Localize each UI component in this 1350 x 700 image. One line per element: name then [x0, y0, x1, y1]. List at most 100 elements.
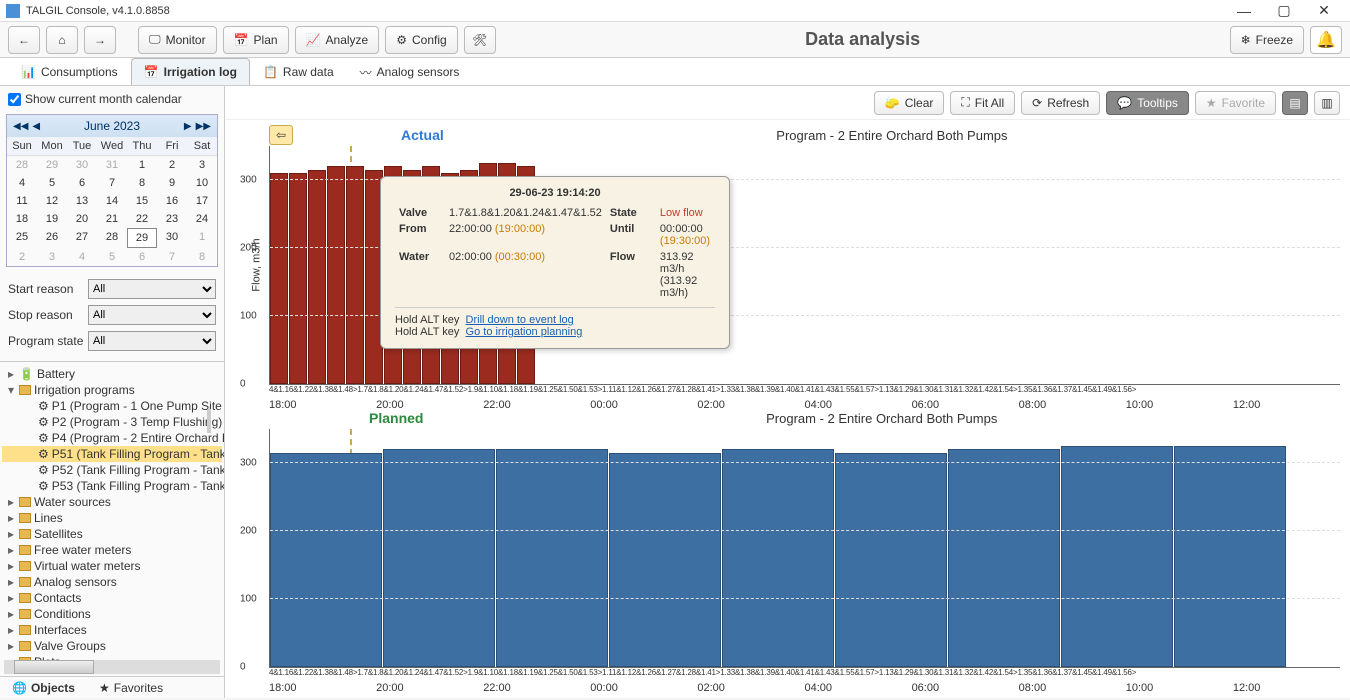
favorites-tab[interactable]: ★Favorites — [87, 677, 175, 698]
stop-reason-select[interactable]: All — [88, 305, 216, 325]
calendar-day[interactable]: 6 — [127, 248, 157, 266]
calendar-day[interactable]: 8 — [127, 174, 157, 192]
home-button[interactable]: ⌂ — [46, 26, 78, 54]
monitor-button[interactable]: 🖵Monitor — [138, 26, 217, 54]
calendar-day[interactable]: 8 — [187, 248, 217, 266]
view-stacked-button[interactable]: ▤ — [1282, 91, 1308, 115]
forward-button[interactable]: → — [84, 26, 116, 54]
calendar-day[interactable]: 2 — [7, 248, 37, 266]
tools-button[interactable]: 🛠 — [464, 26, 496, 54]
tree-p2[interactable]: ⚙P2 (Program - 3 Temp Flushing) — [2, 414, 222, 430]
bar[interactable] — [948, 449, 1060, 667]
tree-conditions[interactable]: ▸Conditions — [2, 606, 222, 622]
tree-analog-sensors[interactable]: ▸Analog sensors — [2, 574, 222, 590]
calendar-day[interactable]: 29 — [37, 156, 67, 174]
tab-irrigation-log[interactable]: 📅Irrigation log — [131, 58, 250, 85]
planned-plot-area[interactable]: Nominal flow, m3/h 0100200300 — [269, 429, 1340, 668]
tree-irrigation-programs[interactable]: ▾Irrigation programs — [2, 382, 222, 398]
calendar-day[interactable]: 21 — [97, 210, 127, 228]
tab-consumptions[interactable]: 📊Consumptions — [8, 58, 131, 85]
tree-p1[interactable]: ⚙P1 (Program - 1 One Pump Site ! — [2, 398, 222, 414]
refresh-button[interactable]: ⟳Refresh — [1021, 91, 1100, 115]
calendar-day[interactable]: 13 — [67, 192, 97, 210]
calendar-day[interactable]: 15 — [127, 192, 157, 210]
bar[interactable] — [270, 173, 288, 384]
fit-all-button[interactable]: ⛶Fit All — [950, 91, 1015, 115]
tree-valve-groups[interactable]: ▸Valve Groups — [2, 638, 222, 654]
calendar-day[interactable]: 11 — [7, 192, 37, 210]
tree-satellites[interactable]: ▸Satellites — [2, 526, 222, 542]
irrigation-planning-link[interactable]: Go to irrigation planning — [466, 326, 583, 338]
maximize-button[interactable]: ▢ — [1264, 2, 1304, 19]
calendar-day[interactable]: 5 — [97, 248, 127, 266]
calendar-day[interactable]: 30 — [67, 156, 97, 174]
bar[interactable] — [308, 170, 326, 384]
calendar-day[interactable]: 3 — [37, 248, 67, 266]
bar[interactable] — [270, 453, 382, 667]
object-tree[interactable]: ▸🔋Battery ▾Irrigation programs ⚙P1 (Prog… — [0, 361, 224, 660]
calendar-day[interactable]: 1 — [187, 228, 217, 248]
calendar-day[interactable]: 7 — [97, 174, 127, 192]
bar[interactable] — [383, 449, 495, 667]
tree-free-water-meters[interactable]: ▸Free water meters — [2, 542, 222, 558]
calendar-day[interactable]: 26 — [37, 228, 67, 248]
calendar-day[interactable]: 10 — [187, 174, 217, 192]
notifications-button[interactable]: 🔔 — [1310, 26, 1342, 54]
splitter-handle[interactable] — [207, 409, 211, 433]
calendar-day[interactable]: 4 — [7, 174, 37, 192]
show-calendar-checkbox[interactable]: Show current month calendar — [8, 92, 216, 106]
tree-p51[interactable]: ⚙P51 (Tank Filling Program - Tank — [2, 446, 222, 462]
tree-p52[interactable]: ⚙P52 (Tank Filling Program - Tank — [2, 462, 222, 478]
drill-down-link[interactable]: Drill down to event log — [466, 314, 574, 326]
show-calendar-input[interactable] — [8, 93, 21, 106]
bar[interactable] — [496, 449, 608, 667]
calendar-day[interactable]: 4 — [67, 248, 97, 266]
calendar-next[interactable]: ▶▶▶ — [184, 121, 211, 132]
bar[interactable] — [289, 173, 307, 384]
calendar-prev[interactable]: ◀◀◀ — [13, 121, 40, 132]
calendar-day[interactable]: 3 — [187, 156, 217, 174]
calendar-day[interactable]: 2 — [157, 156, 187, 174]
calendar-day[interactable]: 16 — [157, 192, 187, 210]
tab-analog-sensors[interactable]: 〰Analog sensors — [347, 58, 473, 85]
tree-p53[interactable]: ⚙P53 (Tank Filling Program - Tank — [2, 478, 222, 494]
calendar-day[interactable]: 6 — [67, 174, 97, 192]
calendar-day[interactable]: 1 — [127, 156, 157, 174]
close-button[interactable]: ✕ — [1304, 2, 1344, 19]
bar[interactable] — [1174, 446, 1286, 667]
calendar-day[interactable]: 28 — [97, 228, 127, 248]
calendar-day[interactable]: 22 — [127, 210, 157, 228]
calendar-day[interactable]: 23 — [157, 210, 187, 228]
tree-interfaces[interactable]: ▸Interfaces — [2, 622, 222, 638]
calendar-day[interactable]: 5 — [37, 174, 67, 192]
calendar-day[interactable]: 17 — [187, 192, 217, 210]
bar[interactable] — [1061, 446, 1173, 667]
calendar-day[interactable]: 18 — [7, 210, 37, 228]
tree-battery[interactable]: ▸🔋Battery — [2, 366, 222, 382]
analyze-button[interactable]: 📈Analyze — [295, 26, 380, 54]
objects-tab[interactable]: 🌐Objects — [0, 677, 87, 698]
calendar-day[interactable]: 28 — [7, 156, 37, 174]
calendar-day[interactable]: 7 — [157, 248, 187, 266]
calendar-day[interactable]: 14 — [97, 192, 127, 210]
bar[interactable] — [722, 449, 834, 667]
tab-raw-data[interactable]: 📋Raw data — [250, 58, 347, 85]
tree-h-scrollbar[interactable] — [4, 660, 220, 674]
calendar-day[interactable]: 12 — [37, 192, 67, 210]
tree-water-sources[interactable]: ▸Water sources — [2, 494, 222, 510]
calendar-day[interactable]: 27 — [67, 228, 97, 248]
calendar-day[interactable]: 30 — [157, 228, 187, 248]
tree-contacts[interactable]: ▸Contacts — [2, 590, 222, 606]
tree-virtual-water-meters[interactable]: ▸Virtual water meters — [2, 558, 222, 574]
clear-button[interactable]: 🧽Clear — [874, 91, 945, 115]
config-button[interactable]: ⚙Config — [385, 26, 457, 54]
calendar-day[interactable]: 24 — [187, 210, 217, 228]
start-reason-select[interactable]: All — [88, 279, 216, 299]
tree-lines[interactable]: ▸Lines — [2, 510, 222, 526]
plan-button[interactable]: 📅Plan — [223, 26, 289, 54]
bar[interactable] — [327, 166, 345, 384]
back-button[interactable]: ← — [8, 26, 40, 54]
calendar-day[interactable]: 19 — [37, 210, 67, 228]
calendar-day[interactable]: 20 — [67, 210, 97, 228]
tree-p4[interactable]: ⚙P4 (Program - 2 Entire Orchard E — [2, 430, 222, 446]
